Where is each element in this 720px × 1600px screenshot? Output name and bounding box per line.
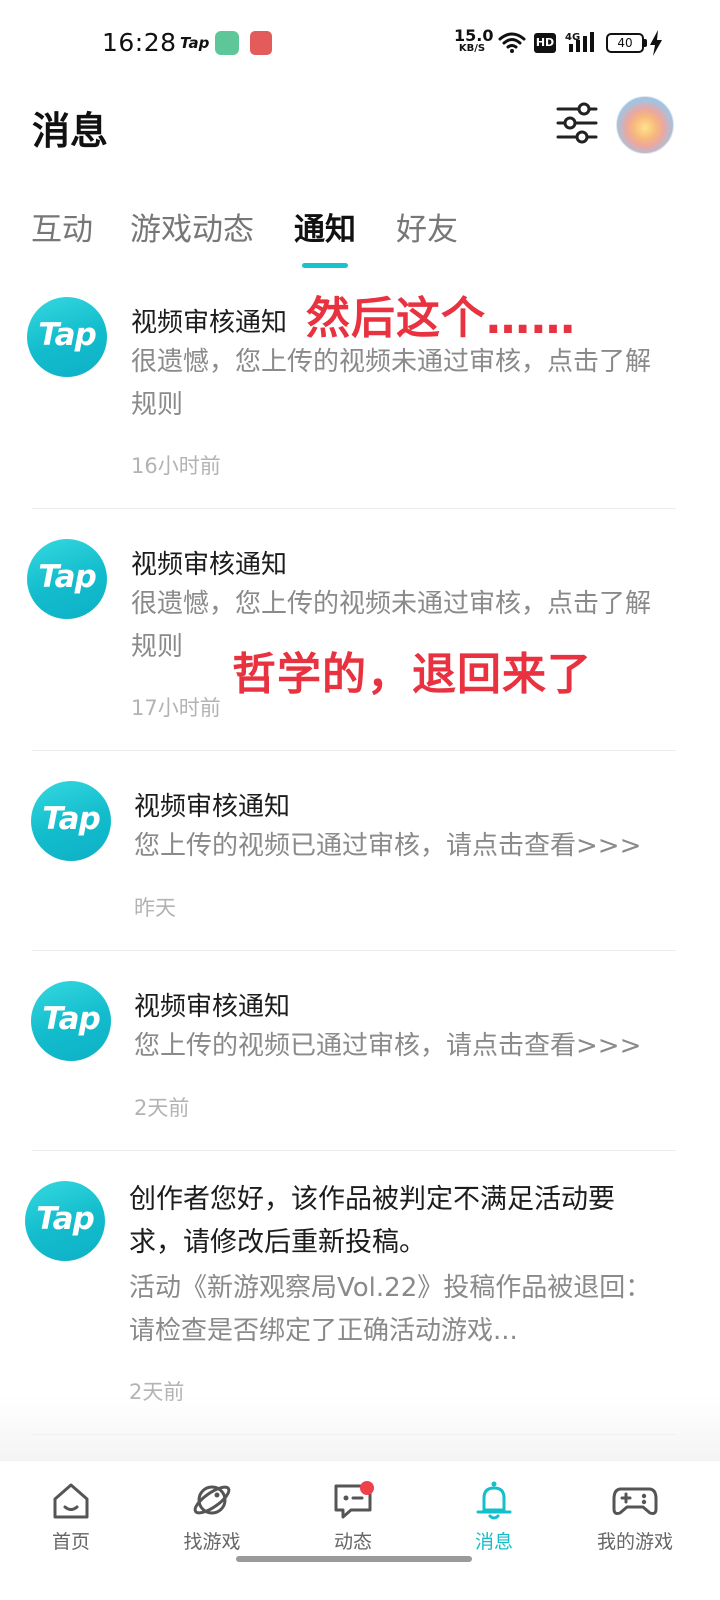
divider [32, 750, 676, 751]
list-fade [0, 1396, 720, 1460]
notification-body: 很遗憾，您上传的视频未通过审核，点击了解规则 [131, 347, 652, 420]
music-app-icon [250, 31, 272, 55]
nav-feed[interactable]: 动态 [298, 1479, 408, 1554]
notification-time: 2天前 [134, 1096, 190, 1120]
status-time: 16:28 [102, 28, 177, 57]
notification-item[interactable]: Tap 视频审核通知 您上传的视频已通过审核，请点击查看>>> 昨天 [0, 764, 720, 950]
notification-title: 创作者您好，该作品被判定不满足活动要求，请修改后重新投稿。 [129, 1184, 615, 1258]
active-tab-indicator [302, 263, 348, 268]
status-bar: 16:28 Tap 15.0 KB/S HD 4G 40 [0, 0, 720, 88]
charging-icon [650, 30, 662, 56]
tap-logo-icon: Tap [31, 981, 111, 1061]
notification-body: 您上传的视频已通过审核，请点击查看>>> [134, 1031, 642, 1061]
nav-find-games[interactable]: 找游戏 [157, 1479, 267, 1554]
battery-icon: 40 [606, 33, 644, 53]
nav-my-games[interactable]: 我的游戏 [580, 1479, 690, 1554]
home-icon [53, 1483, 89, 1519]
hd-icon: HD [534, 33, 556, 53]
gamepad-icon [612, 1487, 658, 1515]
page-title: 消息 [32, 109, 109, 153]
nav-messages[interactable]: 消息 [439, 1479, 549, 1554]
overlay-annotation: 哲学的，退回来了 [232, 649, 592, 700]
tap-logo-icon: Tap [27, 297, 107, 377]
phone-app-icon [215, 31, 239, 55]
notification-time: 昨天 [134, 896, 176, 920]
notification-title: 视频审核通知 [131, 550, 288, 580]
planet-icon [193, 1485, 231, 1515]
nav-label: 找游戏 [183, 1531, 241, 1553]
home-indicator[interactable] [236, 1556, 472, 1562]
tab-game-updates[interactable]: 游戏动态 [130, 204, 254, 249]
avatar[interactable] [616, 96, 674, 154]
notification-title: 视频审核通知 [134, 992, 291, 1022]
divider [32, 508, 676, 509]
notification-body: 活动《新游观察局Vol.22》投稿作品被退回：请检查是否绑定了正确活动游戏... [129, 1273, 652, 1346]
tap-logo-icon: Tap [31, 781, 111, 861]
nav-label: 消息 [474, 1531, 513, 1553]
bell-icon [476, 1481, 512, 1520]
notification-time: 16小时前 [131, 454, 221, 478]
tab-interaction[interactable]: 互动 [31, 204, 93, 249]
wifi-icon [498, 32, 526, 53]
notification-item[interactable]: Tap 视频审核通知 您上传的视频已通过审核，请点击查看>>> 2天前 [0, 964, 720, 1150]
notification-body: 您上传的视频已通过审核，请点击查看>>> [134, 831, 642, 861]
notification-badge [360, 1481, 374, 1495]
notification-item[interactable]: Tap 视频审核通知 很遗憾，您上传的视频未通过审核，点击了解规则 17小时前 [0, 522, 720, 750]
signal-icon: 4G [565, 32, 594, 52]
notification-title: 视频审核通知 [134, 792, 291, 822]
divider [32, 1150, 676, 1151]
tab-notifications[interactable]: 通知 [294, 204, 356, 249]
bottom-nav: 首页 找游戏 动态 消息 我的游戏 [0, 1460, 720, 1600]
battery-tip [644, 39, 647, 47]
notification-item[interactable]: Tap 创作者您好，该作品被判定不满足活动要求，请修改后重新投稿。 活动《新游观… [0, 1164, 720, 1434]
tab-bar: 互动 游戏动态 通知 好友 [0, 200, 720, 270]
nav-label: 我的游戏 [596, 1531, 673, 1553]
network-speed: 15.0 KB/S [454, 26, 494, 54]
nav-label: 动态 [333, 1531, 372, 1553]
messages-page: 16:28 Tap 15.0 KB/S HD 4G 40 消息 互动 游戏动态 … [0, 0, 720, 1600]
divider [32, 950, 676, 951]
tap-logo-icon: Tap [25, 1181, 105, 1261]
overlay-annotation: 然后这个…… [306, 293, 576, 344]
nav-label: 首页 [51, 1531, 90, 1553]
notification-title: 视频审核通知 [131, 308, 288, 338]
sliders-icon [556, 102, 598, 144]
notification-time: 17小时前 [131, 696, 221, 720]
tap-logo-icon: Tap [27, 539, 107, 619]
tab-friends[interactable]: 好友 [396, 204, 458, 249]
tap-status-icon: Tap [180, 34, 210, 52]
filter-button[interactable] [552, 100, 602, 146]
nav-home[interactable]: 首页 [16, 1479, 126, 1554]
